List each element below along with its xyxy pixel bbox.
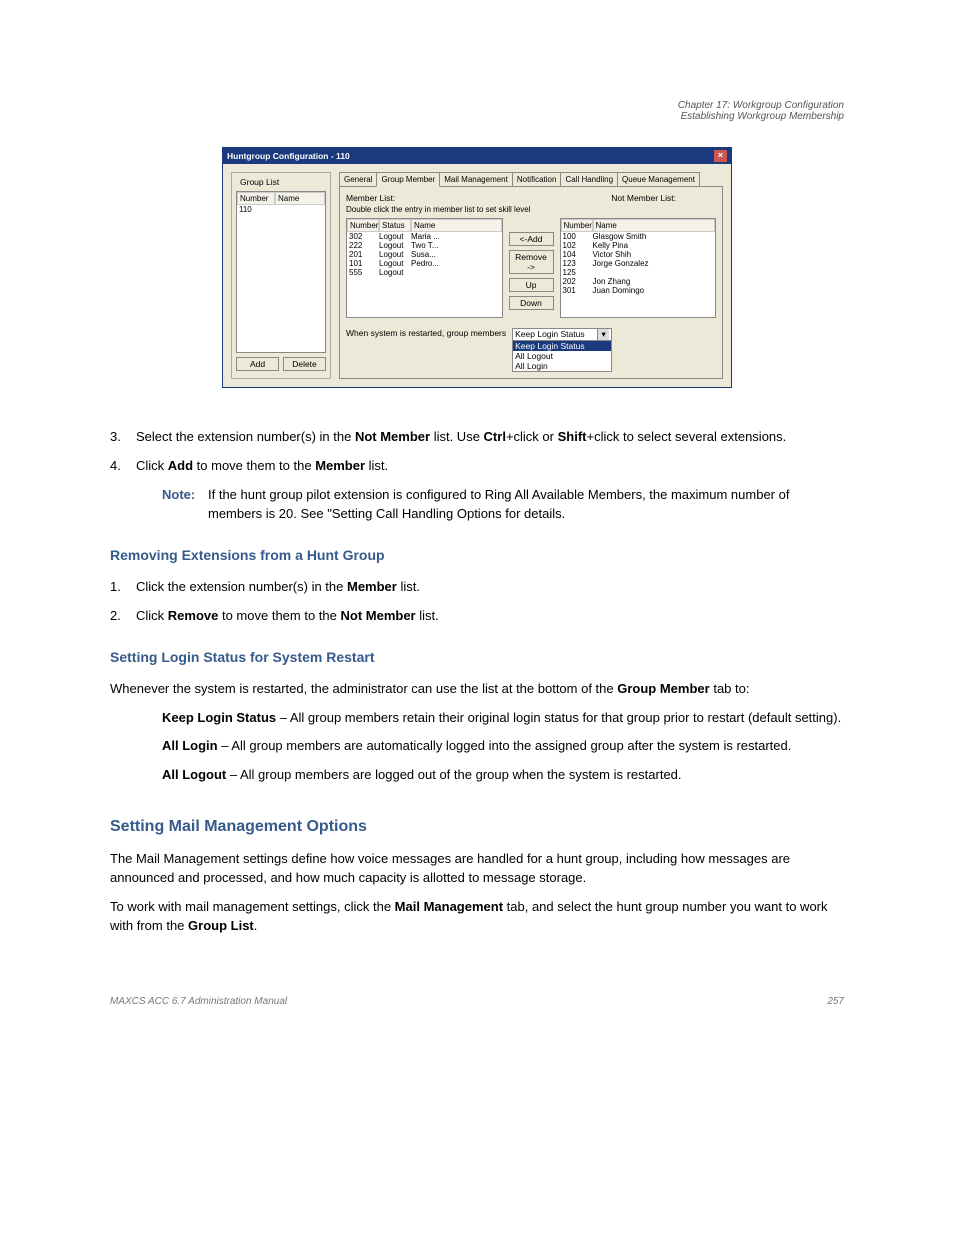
remove-step-1: 1. Click the extension number(s) in the … [110,578,844,597]
col-status: Status [379,219,411,232]
tab-queue-management[interactable]: Queue Management [617,172,700,186]
login-status-intro: Whenever the system is restarted, the ad… [110,680,844,699]
col-name: Name [593,219,716,232]
mail-mgmt-p2: To work with mail management settings, c… [110,898,844,936]
col-number: Number [237,192,275,205]
note-text: If the hunt group pilot extension is con… [208,486,844,524]
page-footer: MAXCS ACC 6.7 Administration Manual 257 [110,996,844,1007]
not-member-list-label: Not Member List: [611,193,676,203]
window-titlebar: Huntgroup Configuration - 110 × [223,148,731,164]
member-list-label: Member List: [346,193,395,203]
remove-member-button[interactable]: Remove -> [509,250,554,274]
not-member-row[interactable]: 123Jorge Gonzalez [561,259,716,268]
page-header: Chapter 17: Workgroup Configuration Esta… [110,100,844,122]
tab-call-handling[interactable]: Call Handling [560,172,618,186]
group-list-row[interactable]: 110 [237,205,325,214]
mail-mgmt-p1: The Mail Management settings define how … [110,850,844,888]
subheading-login-status: Setting Login Status for System Restart [110,647,844,667]
not-member-row[interactable]: 102Kelly Pina [561,241,716,250]
dropdown-option[interactable]: All Login [513,361,611,371]
member-row[interactable]: 302LogoutMaria ... [347,232,502,241]
col-name: Name [275,192,325,205]
tab-mail-management[interactable]: Mail Management [439,172,513,186]
remove-step-2: 2. Click Remove to move them to the Not … [110,607,844,626]
step-number: 3. [110,428,136,447]
member-row[interactable]: 201LogoutSusa... [347,250,502,259]
bullet-keep-login: Keep Login Status – All group members re… [162,709,844,728]
note-label: Note: [162,486,208,505]
header-chapter: Chapter 17: Workgroup Configuration [110,100,844,111]
col-name: Name [411,219,502,232]
restart-status-dropdown[interactable]: Keep Login Status ▾ Keep Login StatusAll… [512,328,612,372]
step-number: 2. [110,607,136,626]
dropdown-selected: Keep Login Status [515,329,584,340]
step-4: 4. Click Add to move them to the Member … [110,457,844,476]
tab-general[interactable]: General [339,172,377,186]
add-member-button[interactable]: <-Add [509,232,554,246]
member-list-table[interactable]: Number Status Name 302LogoutMaria ...222… [346,218,503,318]
dropdown-option[interactable]: Keep Login Status [513,341,611,351]
footer-page-number: 257 [827,996,844,1007]
heading-mail-management: Setting Mail Management Options [110,815,844,838]
header-section: Establishing Workgroup Membership [110,111,844,122]
up-button[interactable]: Up [509,278,554,292]
step-number: 1. [110,578,136,597]
not-member-row[interactable]: 125 [561,268,716,277]
not-member-row[interactable]: 104Victor Shih [561,250,716,259]
restart-label: When system is restarted, group members [346,328,506,338]
col-number: Number [561,219,593,232]
not-member-list-table[interactable]: Number Name 100Glasgow Smith102Kelly Pin… [560,218,717,318]
group-list-label: Group List [238,177,281,187]
subheading-removing: Removing Extensions from a Hunt Group [110,545,844,565]
down-button[interactable]: Down [509,296,554,310]
not-member-row[interactable]: 100Glasgow Smith [561,232,716,241]
note-block: Note: If the hunt group pilot extension … [162,486,844,524]
step-number: 4. [110,457,136,476]
group-add-button[interactable]: Add [236,357,279,371]
bullet-all-login: All Login – All group members are automa… [162,737,844,756]
not-member-row[interactable]: 202Jon Zhang [561,277,716,286]
member-row[interactable]: 555Logout [347,268,502,277]
member-hint: Double click the entry in member list to… [346,205,716,214]
huntgroup-config-window: Huntgroup Configuration - 110 × Group Li… [222,147,732,388]
chevron-down-icon[interactable]: ▾ [597,329,609,340]
group-delete-button[interactable]: Delete [283,357,326,371]
member-row[interactable]: 222LogoutTwo T... [347,241,502,250]
tab-notification[interactable]: Notification [512,172,562,186]
group-list-panel: Group List Number Name 110 Add Delete [231,172,331,379]
col-number: Number [347,219,379,232]
tab-group-member[interactable]: Group Member [376,172,440,187]
group-list-header: Number Name [237,192,325,205]
step-3: 3. Select the extension number(s) in the… [110,428,844,447]
footer-left: MAXCS ACC 6.7 Administration Manual [110,996,287,1007]
dropdown-option[interactable]: All Logout [513,351,611,361]
window-title: Huntgroup Configuration - 110 [227,151,350,161]
not-member-row[interactable]: 301Juan Domingo [561,286,716,295]
bullet-all-logout: All Logout – All group members are logge… [162,766,844,785]
close-icon[interactable]: × [714,150,727,162]
member-row[interactable]: 101LogoutPedro... [347,259,502,268]
